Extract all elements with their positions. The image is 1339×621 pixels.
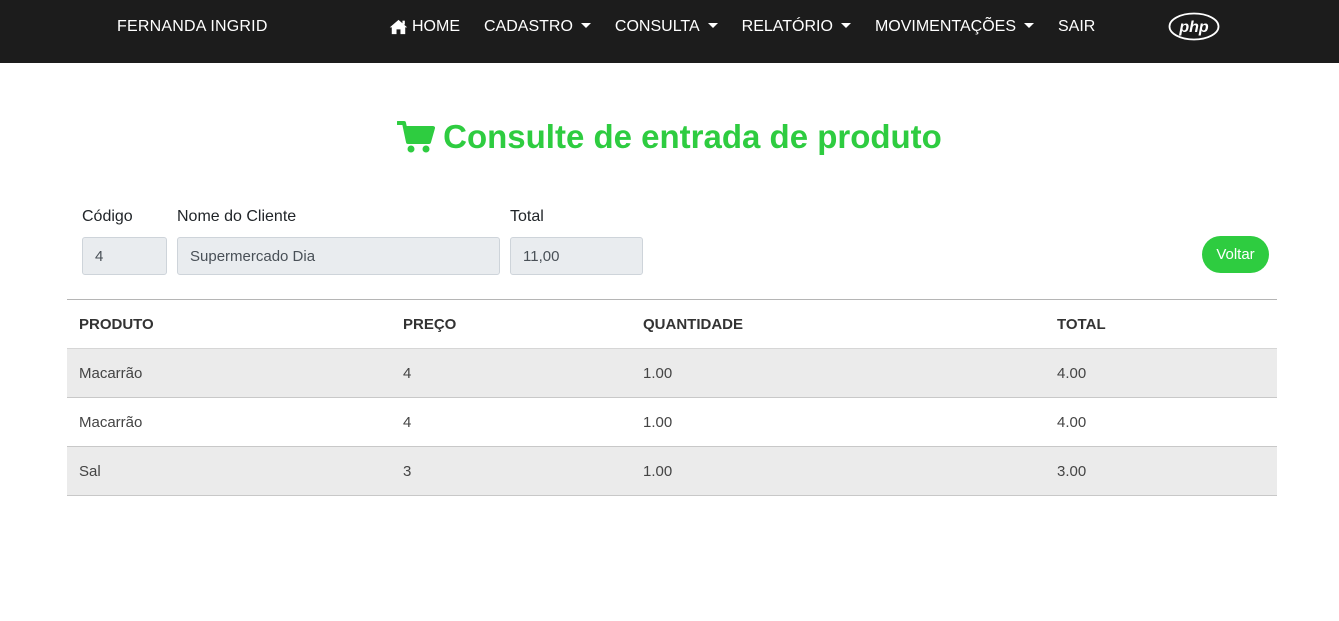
products-table: PRODUTO PREÇO QUANTIDADE TOTAL Macarrão … [67,299,1277,496]
nav-item-consulta[interactable]: CONSULTA [615,18,718,36]
nav-item-home[interactable]: HOME [389,18,460,36]
cell-quantidade: 1.00 [631,446,1045,496]
table-row: Macarrão 4 1.00 4.00 [67,348,1277,398]
php-logo-text: php [1178,19,1209,36]
cell-total: 4.00 [1045,348,1277,398]
nav-item-movimentacoes-label: MOVIMENTAÇÕES [874,18,1016,35]
nav-item-cadastro-label: CADASTRO [484,18,573,35]
column-header-produto: PRODUTO [67,299,391,349]
cell-quantidade: 1.00 [631,348,1045,398]
cell-produto: Sal [67,446,391,496]
voltar-button[interactable]: Voltar [1202,236,1269,273]
cart-icon [397,121,436,153]
cell-preco: 4 [391,348,631,398]
cell-quantidade: 1.00 [631,397,1045,447]
page-title-text: Consulte de entrada de produto [443,118,942,155]
cliente-label: Nome do Cliente [177,208,297,225]
cell-produto: Macarrão [67,397,391,447]
nav-item-sair[interactable]: SAIR [1058,18,1095,36]
home-icon [389,19,408,35]
chevron-down-icon [580,23,591,28]
nav-item-cadastro[interactable]: CADASTRO [484,18,591,36]
cliente-field[interactable] [177,237,500,275]
cell-preco: 3 [391,446,631,496]
navbar-brand[interactable]: FERNANDA INGRID [117,18,268,36]
table-body: Macarrão 4 1.00 4.00 Macarrão 4 1.00 4.0… [67,348,1277,496]
table-row: Sal 3 1.00 3.00 [67,446,1277,496]
chevron-down-icon [1023,23,1034,28]
cell-preco: 4 [391,397,631,447]
cell-total: 4.00 [1045,397,1277,447]
total-label: Total [510,208,544,225]
total-field[interactable] [510,237,643,275]
nav-item-relatorio[interactable]: RELATÓRIO [742,18,851,36]
nav-menu: HOME CADASTRO CONSULTA RELATÓRIO MOVIMEN… [389,18,1095,36]
chevron-down-icon [840,23,851,28]
column-header-quantidade: QUANTIDADE [631,299,1045,349]
codigo-label: Código [82,208,133,225]
table-row: Macarrão 4 1.00 4.00 [67,397,1277,447]
chevron-down-icon [707,23,718,28]
codigo-field[interactable] [82,237,167,275]
cell-produto: Macarrão [67,348,391,398]
nav-item-consulta-label: CONSULTA [614,18,700,35]
nav-item-relatorio-label: RELATÓRIO [741,18,833,35]
nav-item-home-label: HOME [412,18,460,35]
table-header-row: PRODUTO PREÇO QUANTIDADE TOTAL [67,299,1277,349]
top-navbar: FERNANDA INGRID HOME CADASTRO CONSULTA R… [0,0,1339,63]
column-header-preco: PREÇO [391,299,631,349]
nav-item-sair-label: SAIR [1057,18,1096,35]
column-header-total: TOTAL [1045,299,1277,349]
page-title: Consulte de entrada de produto [0,118,1339,156]
php-logo-icon: php [1168,12,1220,41]
cell-total: 3.00 [1045,446,1277,496]
table-header: PRODUTO PREÇO QUANTIDADE TOTAL [67,299,1277,349]
nav-item-movimentacoes[interactable]: MOVIMENTAÇÕES [875,18,1034,36]
